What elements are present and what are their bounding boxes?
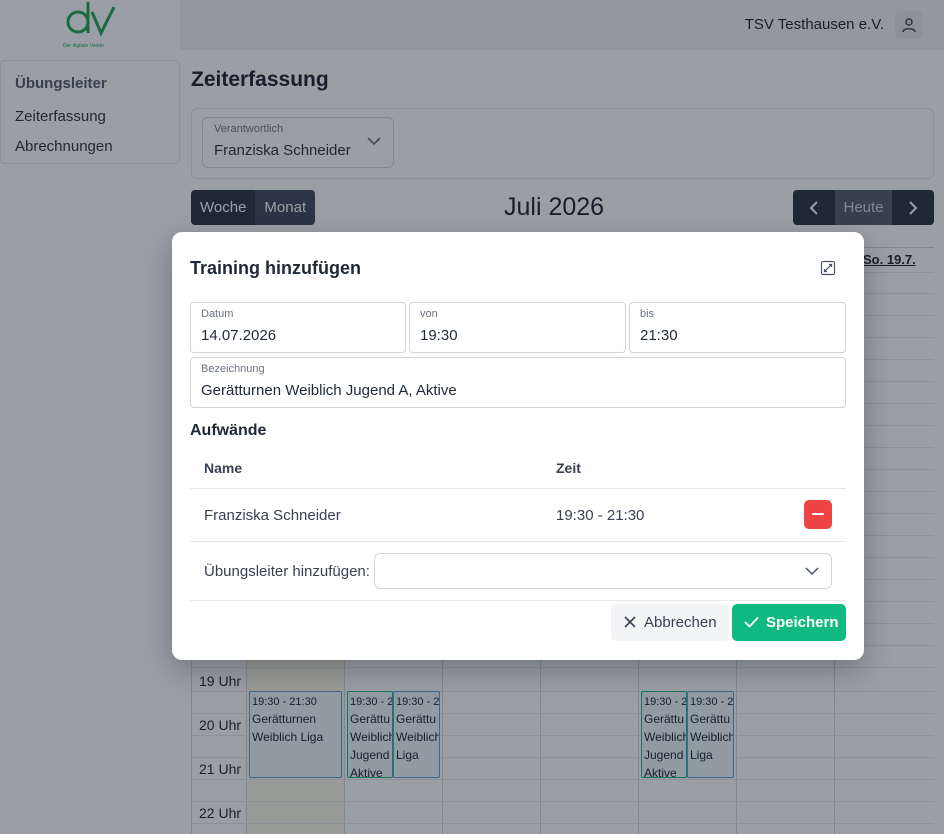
save-label: Speichern (766, 614, 839, 631)
table-divider (190, 600, 846, 601)
column-header-name: Name (204, 460, 243, 476)
save-button[interactable]: Speichern (732, 604, 846, 641)
date-value: 14.07.2026 (201, 327, 277, 344)
start-time-value: 19:30 (420, 327, 458, 344)
check-icon (744, 616, 759, 628)
add-trainer-label: Übungsleiter hinzufügen: (204, 563, 370, 580)
expand-icon[interactable] (820, 260, 836, 276)
end-time-field[interactable]: bis 21:30 (629, 302, 846, 353)
add-trainer-select[interactable] (374, 553, 832, 589)
title-field[interactable]: Bezeichnung Gerätturnen Weiblich Jugend … (190, 357, 846, 408)
table-divider (190, 488, 846, 489)
dialog-title: Training hinzufügen (190, 258, 361, 278)
start-time-field[interactable]: von 19:30 (409, 302, 626, 353)
cancel-button[interactable]: Abbrechen (611, 604, 729, 641)
minus-icon (812, 513, 824, 515)
expenses-heading: Aufwände (190, 422, 267, 439)
end-time-label: bis (640, 308, 655, 320)
column-header-time: Zeit (556, 460, 581, 476)
start-time-label: von (420, 308, 438, 320)
title-label: Bezeichnung (201, 363, 265, 375)
title-value: Gerätturnen Weiblich Jugend A, Aktive (201, 382, 457, 399)
row-name: Franziska Schneider (204, 507, 341, 524)
table-divider (190, 541, 846, 542)
date-label: Datum (201, 308, 234, 320)
remove-row-button[interactable] (804, 500, 832, 529)
date-field[interactable]: Datum 14.07.2026 (190, 302, 406, 353)
add-training-dialog: Training hinzufügen Datum 14.07.2026 von… (172, 232, 864, 660)
cancel-label: Abbrechen (644, 614, 717, 631)
close-icon (624, 616, 636, 628)
row-time: 19:30 - 21:30 (556, 507, 645, 524)
end-time-value: 21:30 (640, 327, 678, 344)
chevron-down-icon (805, 567, 819, 576)
